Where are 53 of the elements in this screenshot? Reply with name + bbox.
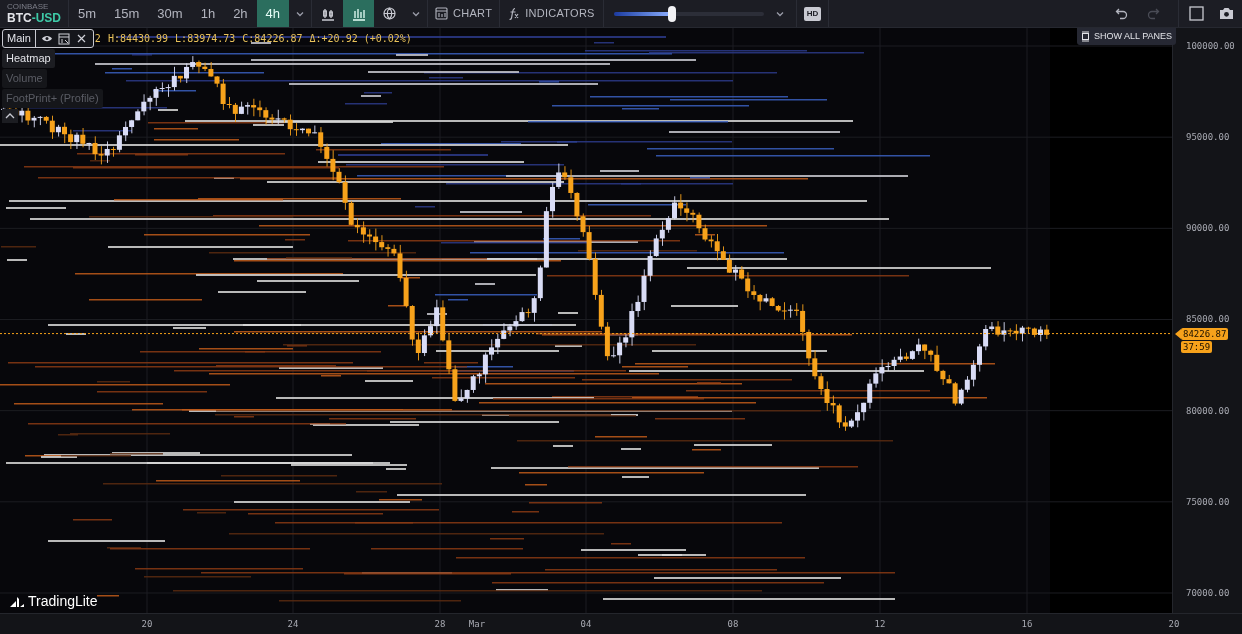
function-icon [508, 7, 521, 20]
interval-tab[interactable]: 4h [256, 0, 290, 27]
price-label: 100000.00 [1186, 40, 1235, 53]
ohlc-value: H:84430.99 [107, 32, 169, 46]
price-label: 70000.00 [1186, 587, 1230, 600]
interval-tab[interactable]: 30m [148, 0, 192, 27]
time-label: 20 [141, 618, 153, 631]
tradinglite-logo-icon [9, 595, 25, 608]
exchange-label: COINBASE [7, 3, 50, 11]
time-label: 20 [1168, 618, 1180, 631]
interval-tab[interactable]: 1h [191, 0, 225, 27]
price-label: 85000.00 [1186, 313, 1230, 327]
time-label: 08 [727, 618, 739, 631]
time-label: 24 [287, 618, 299, 631]
chart-style-button[interactable] [343, 0, 375, 27]
candle-countdown-tag: 37:59 [1181, 340, 1213, 353]
panes-icon [1081, 31, 1090, 42]
layer-label[interactable]: Heatmap [2, 49, 55, 68]
ohlc-value: Δ:+20.92 (+0.02%) [309, 32, 412, 46]
interval-tab[interactable]: 2h [224, 0, 257, 27]
price-label: 75000.00 [1186, 495, 1230, 509]
interval-tab[interactable]: 5m [69, 0, 106, 27]
show-all-panes-button[interactable]: SHOW ALL PANES [1077, 28, 1177, 45]
chevron-up-icon[interactable] [2, 109, 18, 123]
opacity-slider[interactable] [613, 5, 764, 22]
close-icon[interactable] [76, 34, 86, 43]
settings-icon[interactable] [57, 32, 70, 45]
globe-icon [382, 6, 398, 21]
camera-icon[interactable] [1219, 7, 1234, 20]
undo-icon[interactable] [1115, 7, 1128, 20]
price-label: 90000.00 [1186, 222, 1230, 236]
candlestick-icon [320, 6, 335, 21]
interval-tab[interactable]: 15m [105, 0, 149, 27]
hd-badge[interactable]: HD [803, 6, 822, 21]
time-label: Mar [468, 618, 486, 631]
price-label: 80000.00 [1186, 404, 1230, 418]
watermark-logo-text: TradingLite [28, 592, 98, 611]
chart-settings-icon [435, 7, 449, 20]
square-icon[interactable] [1189, 6, 1204, 21]
time-label: 12 [874, 618, 886, 631]
eye-icon[interactable] [40, 34, 53, 43]
time-label: 28 [434, 618, 446, 631]
ohlc-value: L:83974.73 [175, 32, 236, 46]
chart-button[interactable]: CHART [428, 0, 500, 27]
price-label: 95000.00 [1186, 131, 1230, 145]
ohlc-fragment: 2 [94, 32, 101, 46]
time-label: 04 [580, 618, 592, 631]
time-label: 16 [1021, 618, 1033, 631]
bar-chart-icon [351, 6, 366, 21]
indicators-button[interactable]: INDICATORS [500, 0, 603, 27]
current-price-tag: 84226.87 [1181, 327, 1229, 340]
ohlc-value: C:84226.87 [242, 32, 303, 46]
symbol-label[interactable]: BTC-USD [7, 12, 68, 24]
